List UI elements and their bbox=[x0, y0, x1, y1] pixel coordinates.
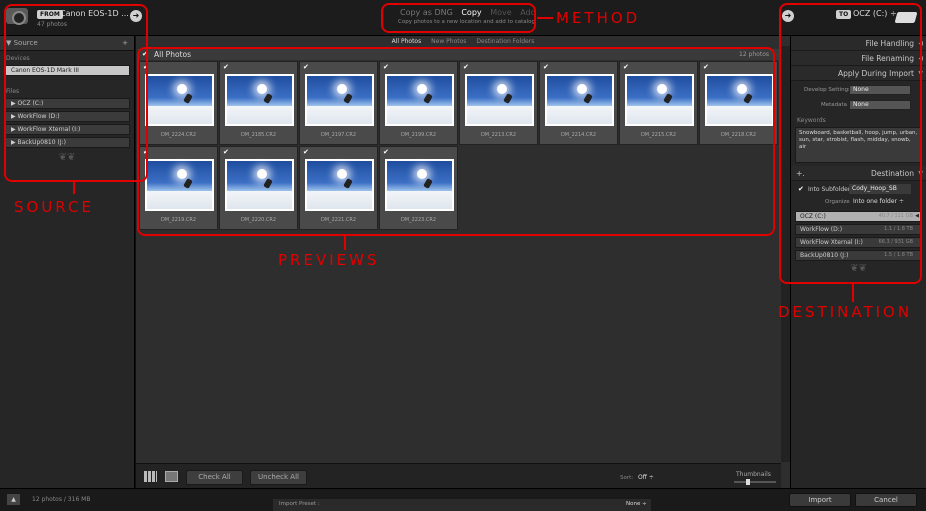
bottom-bar: ▲ 12 photos / 316 MB Import Preset : Non… bbox=[0, 488, 926, 511]
thumbnail-size-slider[interactable] bbox=[734, 479, 776, 485]
import-preset-bar: Import Preset : None ÷ bbox=[273, 499, 651, 511]
previews-highlight bbox=[137, 47, 775, 236]
loupe-view-icon[interactable] bbox=[165, 471, 178, 482]
thumbnails-label: Thumbnails bbox=[736, 471, 771, 478]
cancel-button[interactable]: Cancel bbox=[855, 493, 917, 507]
source-highlight bbox=[4, 4, 148, 182]
method-annotation: METHOD bbox=[556, 9, 641, 27]
collapse-up-icon[interactable]: ▲ bbox=[7, 494, 20, 505]
import-preset-label: Import Preset : bbox=[279, 501, 320, 507]
import-button[interactable]: Import bbox=[789, 493, 851, 507]
status-text: 12 photos / 316 MB bbox=[32, 496, 91, 503]
check-all-button[interactable]: Check All bbox=[186, 470, 243, 485]
tab-destination-folders[interactable]: Destination Folders bbox=[476, 38, 534, 45]
destination-annotation: DESTINATION bbox=[778, 303, 913, 321]
destination-highlight bbox=[779, 3, 922, 284]
source-annotation: SOURCE bbox=[14, 198, 94, 216]
method-leader bbox=[537, 17, 553, 19]
uncheck-all-button[interactable]: Uncheck All bbox=[250, 470, 307, 485]
tab-new-photos[interactable]: New Photos bbox=[431, 38, 466, 45]
previews-leader bbox=[344, 236, 346, 250]
sort-select[interactable]: Off ÷ bbox=[638, 474, 654, 481]
source-leader bbox=[73, 182, 75, 194]
tab-all-photos[interactable]: All Photos bbox=[392, 38, 422, 45]
previews-annotation: PREVIEWS bbox=[278, 251, 380, 269]
import-preset-select[interactable]: None ÷ bbox=[626, 501, 647, 507]
method-highlight bbox=[381, 3, 536, 33]
sort-label: Sort: bbox=[620, 475, 634, 481]
grid-toolbar: Check All Uncheck All Sort: Off ÷ Thumbn… bbox=[136, 463, 781, 488]
destination-leader bbox=[852, 284, 854, 302]
slider-handle[interactable] bbox=[746, 479, 750, 485]
grid-view-icon[interactable] bbox=[144, 471, 157, 482]
